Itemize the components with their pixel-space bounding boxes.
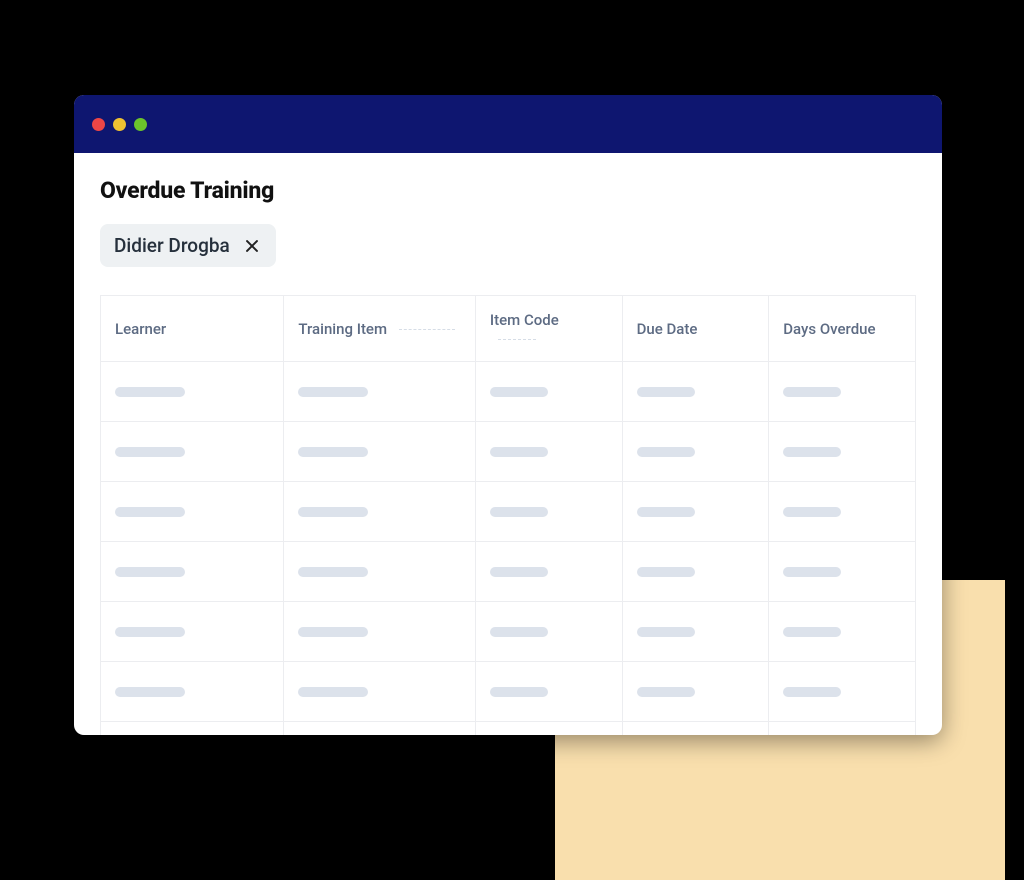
skeleton-placeholder (637, 627, 695, 637)
table-header-row: Learner Training Item Item Code Due Date (101, 296, 916, 362)
skeleton-placeholder (637, 507, 695, 517)
window-titlebar (74, 95, 942, 153)
skeleton-placeholder (298, 567, 368, 577)
column-header-item-code[interactable]: Item Code (475, 296, 622, 362)
skeleton-placeholder (490, 447, 548, 457)
window-close-dot[interactable] (92, 118, 105, 131)
table-row[interactable] (101, 362, 916, 422)
close-icon[interactable] (242, 236, 262, 256)
skeleton-placeholder (298, 687, 368, 697)
skeleton-placeholder (783, 387, 841, 397)
table-cell (622, 602, 769, 662)
table-row[interactable] (101, 482, 916, 542)
skeleton-placeholder (115, 387, 185, 397)
table-cell (475, 482, 622, 542)
column-header-learner[interactable]: Learner (101, 296, 284, 362)
skeleton-placeholder (115, 447, 185, 457)
table-cell (101, 362, 284, 422)
table-cell (101, 482, 284, 542)
window-zoom-dot[interactable] (134, 118, 147, 131)
table-cell (769, 422, 916, 482)
column-header-due-date[interactable]: Due Date (622, 296, 769, 362)
app-window: Overdue Training Didier Drogba Learner (74, 95, 942, 735)
skeleton-placeholder (783, 567, 841, 577)
table-cell (284, 662, 476, 722)
table-cell (769, 362, 916, 422)
skeleton-placeholder (490, 687, 548, 697)
table-cell (769, 722, 916, 735)
window-minimize-dot[interactable] (113, 118, 126, 131)
table-cell (475, 422, 622, 482)
skeleton-placeholder (637, 567, 695, 577)
table-cell (284, 422, 476, 482)
filter-chip[interactable]: Didier Drogba (100, 224, 276, 267)
table-cell (101, 602, 284, 662)
skeleton-placeholder (783, 447, 841, 457)
table-cell (284, 722, 476, 735)
table-cell (284, 542, 476, 602)
table-cell (101, 662, 284, 722)
table-row[interactable] (101, 542, 916, 602)
skeleton-placeholder (490, 567, 548, 577)
column-header-label: Learner (115, 320, 166, 338)
skeleton-placeholder (490, 627, 548, 637)
table-cell (475, 602, 622, 662)
skeleton-placeholder (637, 687, 695, 697)
table-cell (769, 662, 916, 722)
skeleton-placeholder (115, 687, 185, 697)
skeleton-placeholder (490, 387, 548, 397)
column-header-label: Due Date (637, 320, 698, 338)
table-cell (769, 542, 916, 602)
skeleton-placeholder (298, 387, 368, 397)
skeleton-placeholder (298, 627, 368, 637)
skeleton-placeholder (783, 507, 841, 517)
filter-chip-label: Didier Drogba (114, 234, 230, 257)
skeleton-placeholder (637, 387, 695, 397)
column-link-line (399, 329, 455, 330)
column-header-label: Training Item (298, 320, 387, 338)
skeleton-placeholder (783, 687, 841, 697)
table-row[interactable] (101, 722, 916, 735)
table-cell (475, 362, 622, 422)
table-cell (622, 722, 769, 735)
table-cell (101, 422, 284, 482)
skeleton-placeholder (115, 567, 185, 577)
skeleton-placeholder (115, 627, 185, 637)
table-row[interactable] (101, 422, 916, 482)
skeleton-placeholder (298, 507, 368, 517)
table-cell (284, 602, 476, 662)
table-cell (475, 722, 622, 735)
column-header-days-overdue[interactable]: Days Overdue (769, 296, 916, 362)
table-cell (475, 542, 622, 602)
column-header-label: Item Code (490, 311, 559, 329)
column-header-training-item[interactable]: Training Item (284, 296, 476, 362)
table-row[interactable] (101, 662, 916, 722)
skeleton-placeholder (783, 627, 841, 637)
table-cell (284, 362, 476, 422)
table-cell (475, 662, 622, 722)
skeleton-placeholder (298, 447, 368, 457)
table-cell (622, 362, 769, 422)
skeleton-placeholder (637, 447, 695, 457)
column-link-line (498, 339, 536, 340)
table-cell (622, 482, 769, 542)
table-cell (769, 602, 916, 662)
overdue-training-table: Learner Training Item Item Code Due Date (100, 295, 916, 735)
window-content: Overdue Training Didier Drogba Learner (74, 153, 942, 735)
column-header-label: Days Overdue (783, 320, 875, 338)
page-title: Overdue Training (100, 177, 916, 204)
table-cell (101, 542, 284, 602)
table-cell (622, 422, 769, 482)
table-cell (622, 542, 769, 602)
table-body (101, 362, 916, 735)
table-cell (769, 482, 916, 542)
table-cell (622, 662, 769, 722)
table-cell (101, 722, 284, 735)
table-cell (284, 482, 476, 542)
skeleton-placeholder (115, 507, 185, 517)
table-row[interactable] (101, 602, 916, 662)
skeleton-placeholder (490, 507, 548, 517)
